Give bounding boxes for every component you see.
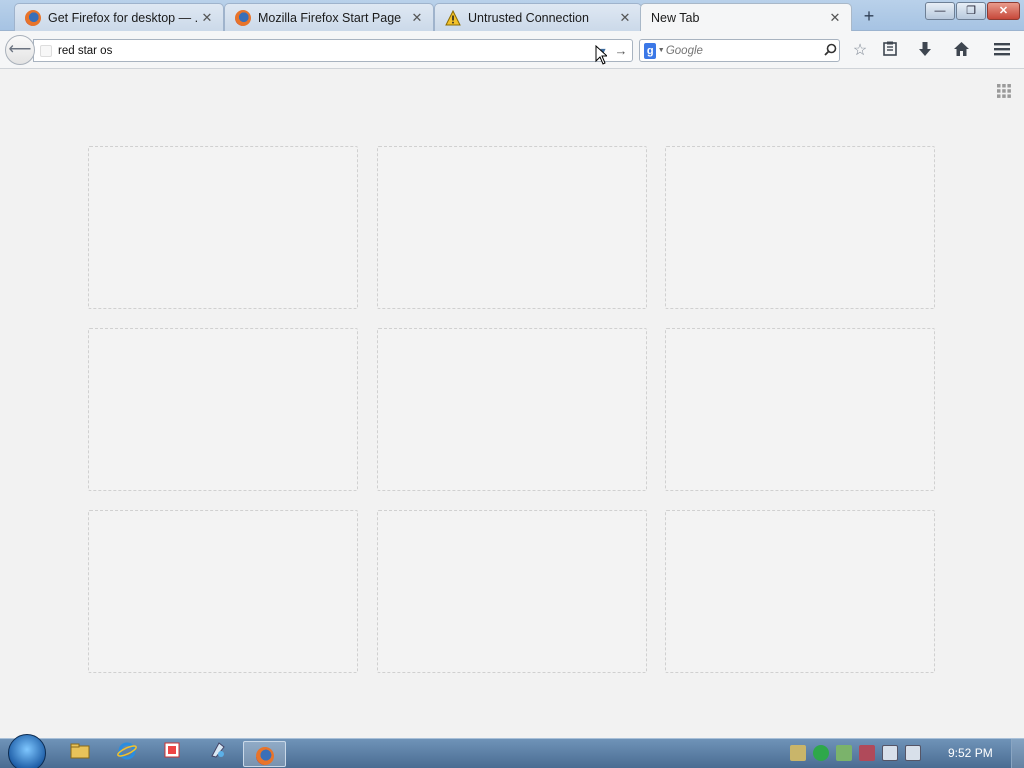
close-tab-icon[interactable]: ✕ — [199, 10, 215, 26]
home-icon[interactable] — [951, 41, 971, 61]
firefox-taskbar-icon[interactable] — [243, 741, 286, 767]
hamburger-menu-icon[interactable] — [992, 41, 1012, 61]
search-input[interactable] — [665, 44, 822, 57]
explorer-taskbar-icon[interactable] — [60, 741, 100, 767]
firefox-icon — [235, 9, 251, 26]
maximize-button[interactable]: ❐ — [956, 2, 986, 20]
tray-network-alert-icon[interactable] — [859, 745, 875, 761]
tab-label: Untrusted Connection — [468, 10, 589, 25]
search-bar[interactable]: g ▼ — [639, 39, 840, 62]
tray-monitor-icon[interactable] — [882, 745, 898, 761]
tray-volume-muted-icon[interactable] — [905, 745, 921, 761]
tab-label: Get Firefox for desktop — ... — [48, 10, 199, 25]
bookmarks-menu-icon[interactable] — [880, 41, 900, 61]
empty-site-tile[interactable] — [88, 510, 358, 673]
empty-site-tile[interactable] — [665, 146, 935, 309]
empty-site-tile[interactable] — [377, 146, 647, 309]
minimize-button[interactable]: — — [925, 2, 955, 20]
tab-new-tab[interactable]: New Tab ✕ — [640, 3, 852, 32]
internet-explorer-taskbar-icon[interactable] — [107, 741, 147, 767]
window-close-button[interactable]: ✕ — [987, 2, 1020, 20]
media-taskbar-icon[interactable] — [152, 741, 192, 767]
back-button[interactable]: ⟵ — [5, 35, 35, 65]
close-tab-icon[interactable]: ✕ — [409, 10, 425, 26]
go-arrow-icon[interactable]: → — [610, 43, 632, 58]
empty-site-tile[interactable] — [88, 328, 358, 491]
empty-site-tile[interactable] — [665, 510, 935, 673]
search-icon[interactable] — [822, 43, 839, 59]
empty-site-tile[interactable] — [88, 146, 358, 309]
new-tab-page — [0, 70, 1024, 738]
firefox-icon — [25, 9, 41, 26]
close-tab-icon[interactable]: ✕ — [827, 10, 843, 26]
empty-site-tile[interactable] — [377, 510, 647, 673]
bookmark-star-icon[interactable]: ☆ — [850, 41, 870, 61]
system-tray — [790, 745, 921, 763]
back-arrow-icon: ⟵ — [8, 41, 32, 58]
taskbar-clock[interactable]: 9:52 PM — [948, 746, 993, 760]
tray-app-icon[interactable] — [790, 745, 806, 761]
close-tab-icon[interactable]: ✕ — [617, 10, 633, 26]
url-input[interactable] — [58, 44, 596, 57]
tab-untrusted-connection[interactable]: Untrusted Connection ✕ — [434, 3, 642, 31]
page-favicon-icon — [40, 44, 52, 57]
windows-taskbar: 9:52 PM — [0, 734, 1024, 768]
show-desktop-button[interactable] — [1011, 739, 1024, 768]
empty-site-tile[interactable] — [665, 328, 935, 491]
downloads-icon[interactable] — [915, 41, 935, 61]
firefox-icon — [255, 747, 274, 766]
tab-label: New Tab — [651, 11, 700, 25]
paint-taskbar-icon[interactable] — [198, 741, 238, 767]
tray-security-icon[interactable] — [836, 745, 852, 761]
new-tab-button[interactable]: + — [858, 6, 880, 26]
navigation-toolbar: ▼ → ⟵ g ▼ ☆ — [0, 31, 1024, 69]
warning-icon — [445, 9, 461, 26]
empty-site-tile[interactable] — [377, 328, 647, 491]
tab-label: Mozilla Firefox Start Page — [258, 10, 402, 25]
start-button[interactable] — [8, 734, 46, 768]
tab-strip: Get Firefox for desktop — ... ✕ Mozilla … — [0, 0, 1024, 32]
engine-dropdown-icon[interactable]: ▼ — [656, 47, 665, 54]
tray-play-icon[interactable] — [813, 745, 829, 761]
grid-toggle-icon[interactable] — [996, 83, 1012, 99]
tab-get-firefox[interactable]: Get Firefox for desktop — ... ✕ — [14, 3, 224, 31]
tab-mozilla-start[interactable]: Mozilla Firefox Start Page ✕ — [224, 3, 434, 31]
mouse-cursor-icon — [595, 44, 609, 68]
google-engine-icon[interactable]: g — [644, 42, 657, 59]
url-bar[interactable]: ▼ → — [33, 39, 633, 62]
